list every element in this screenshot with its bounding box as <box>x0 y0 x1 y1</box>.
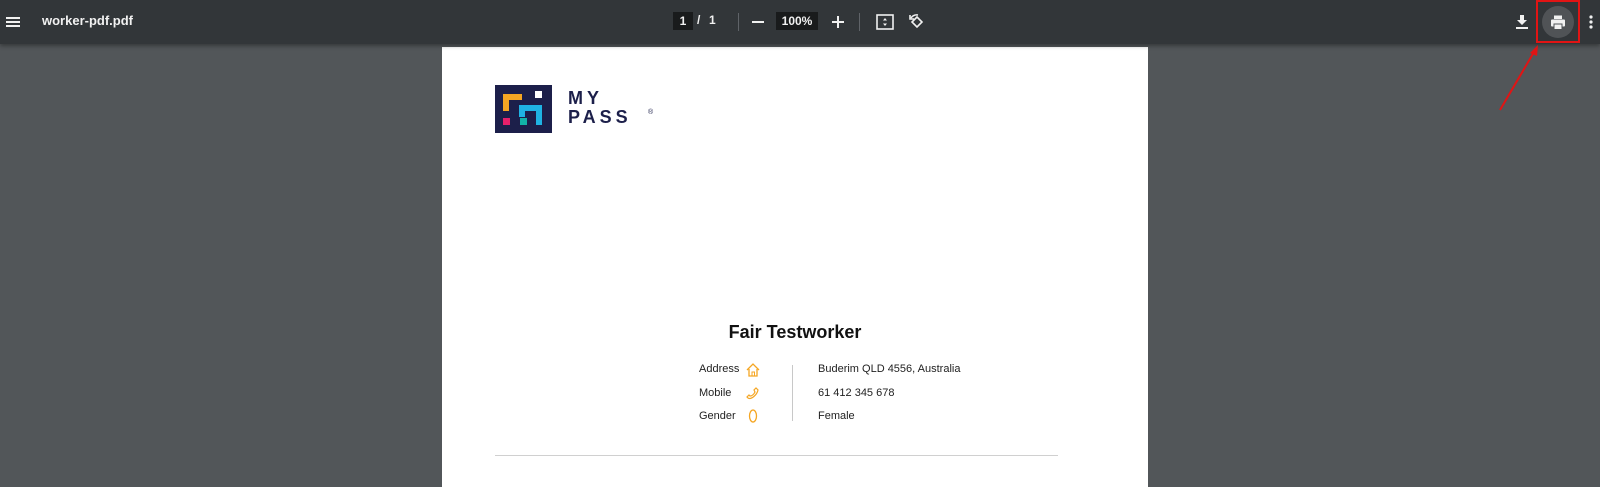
fit-to-page-button[interactable] <box>873 10 897 34</box>
zoom-in-icon <box>832 16 844 28</box>
address-value: Buderim QLD 4556, Australia <box>818 363 961 375</box>
more-options-button[interactable] <box>1584 10 1598 34</box>
section-rule <box>495 455 1058 456</box>
logo-mark <box>495 85 552 133</box>
logo-wordmark: MY PASS <box>568 89 632 127</box>
home-icon <box>746 363 760 377</box>
rotate-icon <box>909 14 924 29</box>
zoom-out-icon <box>752 21 764 23</box>
gender-value: Female <box>818 410 855 422</box>
details-divider <box>792 365 793 421</box>
page-separator: / <box>697 13 701 27</box>
download-icon <box>1516 15 1528 29</box>
worker-name: Fair Testworker <box>728 322 862 342</box>
address-label: Address <box>699 363 740 375</box>
document-title: worker-pdf.pdf <box>42 13 133 28</box>
zoom-in-button[interactable] <box>826 10 850 34</box>
fit-page-icon <box>876 14 894 30</box>
logo-line-1: MY <box>568 88 603 108</box>
toolbar-divider <box>738 13 739 31</box>
menu-button[interactable] <box>0 6 26 38</box>
menu-icon <box>6 17 20 27</box>
page-total: 1 <box>709 13 716 27</box>
more-vert-icon <box>1589 15 1593 29</box>
gender-label: Gender <box>699 410 736 422</box>
zoom-level-input[interactable]: 100% <box>776 12 818 30</box>
logo-registered: ® <box>648 109 654 116</box>
phone-icon <box>746 387 759 400</box>
pdf-page: MY PASS ® Fair Testworker Address Buderi… <box>442 47 1148 487</box>
pdf-toolbar: worker-pdf.pdf 1 / 1 100% <box>0 0 1600 44</box>
zoom-out-button[interactable] <box>746 10 770 34</box>
rotate-button[interactable] <box>905 10 929 34</box>
gender-icon <box>748 409 758 423</box>
logo-line-2: PASS <box>568 107 632 127</box>
toolbar-divider <box>859 13 860 31</box>
print-highlight-annotation <box>1536 0 1580 43</box>
download-button[interactable] <box>1510 10 1534 34</box>
annotation-arrow <box>1499 45 1538 111</box>
page-number-input[interactable]: 1 <box>673 12 693 30</box>
mobile-label: Mobile <box>699 387 732 399</box>
mypass-logo: MY PASS ® <box>495 85 655 135</box>
mobile-value: 61 412 345 678 <box>818 387 895 399</box>
